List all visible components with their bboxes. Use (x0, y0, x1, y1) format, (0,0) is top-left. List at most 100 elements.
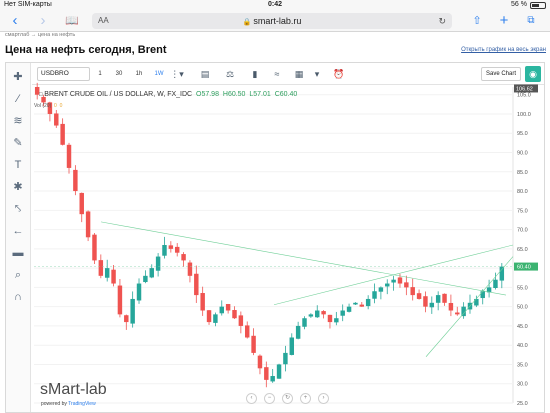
y-tick-label: 105.0 (517, 93, 531, 99)
max-price-label: 106.62 (516, 86, 533, 92)
legend-l: 57.01 (253, 91, 271, 98)
candle-body (85, 211, 91, 238)
candle-body (155, 256, 161, 271)
candle-body (257, 355, 263, 369)
candle-body (92, 234, 97, 261)
price-chart[interactable]: 105.0 100.0 95.0 90.0 85.0 80.0 75.0 70.0 65.0 60… (6, 63, 544, 412)
candle-body (378, 287, 384, 292)
y-tick-label: 90.0 (517, 151, 528, 157)
reload-icon[interactable]: ↻ (438, 13, 446, 29)
y-tick-label: 25.0 (517, 401, 528, 407)
url-lock-icon: 🔒 (242, 19, 254, 26)
candle-body (391, 279, 396, 283)
candle-body (187, 262, 193, 276)
candle-body (327, 314, 333, 323)
volume-value-1: 0 (54, 103, 57, 109)
y-tick-label: 95.0 (517, 131, 528, 137)
legend-c: 60.40 (279, 91, 298, 98)
candle-body (410, 287, 415, 296)
book-icon[interactable]: 📖 (64, 13, 80, 29)
candle-body (200, 293, 205, 311)
candle-body (276, 364, 282, 379)
candle-body (251, 335, 256, 353)
scroll-right-icon[interactable]: › (318, 393, 329, 404)
candle-body (372, 291, 377, 299)
candle-body (365, 298, 371, 307)
y-tick-label: 30.0 (517, 382, 528, 388)
scroll-left-icon[interactable]: ‹ (246, 393, 257, 404)
reset-icon[interactable]: ↻ (282, 393, 293, 404)
volume-value-2: 0 (59, 103, 63, 109)
reader-aa-button[interactable]: AA (98, 13, 109, 29)
clock: 0:42 (267, 1, 282, 8)
chart-legend: □ BRENT CRUDE OIL / US DOLLAR, W, FX_IDC… (39, 91, 297, 98)
candle-body (499, 266, 505, 281)
candle-body (455, 312, 460, 315)
candle-body (416, 293, 422, 299)
candle-body (244, 325, 250, 338)
y-tick-label: 50.0 (517, 305, 528, 311)
candle-body (295, 325, 301, 339)
candle-body (60, 123, 65, 145)
candle-body (264, 367, 269, 380)
candle-body (308, 314, 314, 317)
candle-body (174, 246, 180, 253)
candle-body (79, 192, 84, 215)
candle-body (321, 311, 326, 315)
powered-by: powered by TradingView (41, 401, 96, 407)
zoom-in-icon[interactable]: + (300, 393, 311, 404)
candle-body (340, 310, 345, 316)
candle-body (136, 283, 142, 301)
chart-widget: ✚ ∕ ≋ ✎ T ✱ ⤣ ← ▬ ⌕ ∩ USDBRO 1 30 1h 1W … (5, 62, 545, 413)
candle-body (359, 304, 365, 307)
candle-body (435, 295, 441, 303)
candle-body (353, 302, 358, 305)
fullscreen-link[interactable]: Открыть график на весь экран (461, 47, 546, 53)
trendline-up (273, 244, 514, 306)
legend-o: 57.98 (201, 91, 219, 98)
candle-body (442, 293, 447, 303)
forward-icon[interactable]: › (36, 13, 50, 29)
candle-body (429, 302, 435, 308)
back-icon[interactable]: ‹ (8, 13, 22, 29)
legend-title: BRENT CRUDE OIL / US DOLLAR, W, FX_IDC (44, 91, 193, 98)
candle-body (397, 277, 403, 284)
tradingview-link[interactable]: TradingView (68, 401, 96, 407)
candle-body (474, 298, 479, 306)
breadcrumb[interactable]: смартлаб → цена на нефть (5, 32, 75, 38)
y-tick-label: 65.0 (517, 247, 528, 253)
address-bar[interactable]: AA 🔒 smart-lab.ru ↻ (92, 13, 452, 29)
candle-body (232, 310, 237, 319)
smartlab-watermark: sMart-lab (40, 381, 107, 398)
candle-body (448, 302, 454, 311)
y-tick-label: 70.0 (517, 228, 528, 234)
plus-icon[interactable]: + (497, 13, 511, 29)
volume-legend: Vol (20) 0 0 (34, 103, 62, 109)
url-text: smart-lab.ru (253, 16, 302, 26)
candle-body (480, 291, 485, 299)
candle-body (289, 337, 295, 355)
candle-body (238, 315, 244, 326)
candle-body (130, 298, 135, 324)
candle-body (181, 254, 186, 261)
battery-status: 56 % (511, 0, 546, 10)
candle-body (206, 310, 212, 323)
tabs-icon[interactable]: ⧉ (524, 13, 538, 29)
y-tick-label: 55.0 (517, 285, 528, 291)
browser-toolbar: ‹ › 📖 AA 🔒 smart-lab.ru ↻ ⇧ + ⧉ (0, 10, 550, 32)
share-icon[interactable]: ⇧ (470, 13, 484, 29)
y-tick-label: 75.0 (517, 208, 528, 214)
candle-body (162, 245, 167, 256)
candle-body (124, 315, 129, 323)
zoom-out-icon[interactable]: − (264, 393, 275, 404)
candle-body (73, 169, 78, 192)
y-tick-label: 40.0 (517, 343, 528, 349)
candle-body (423, 296, 428, 307)
y-tick-label: 45.0 (517, 324, 528, 330)
y-tick-label: 35.0 (517, 362, 528, 368)
candle-body (98, 260, 104, 276)
y-tick-label: 80.0 (517, 189, 528, 195)
candle-body (143, 275, 148, 283)
candle-body (117, 285, 123, 315)
candle-body (283, 352, 288, 365)
